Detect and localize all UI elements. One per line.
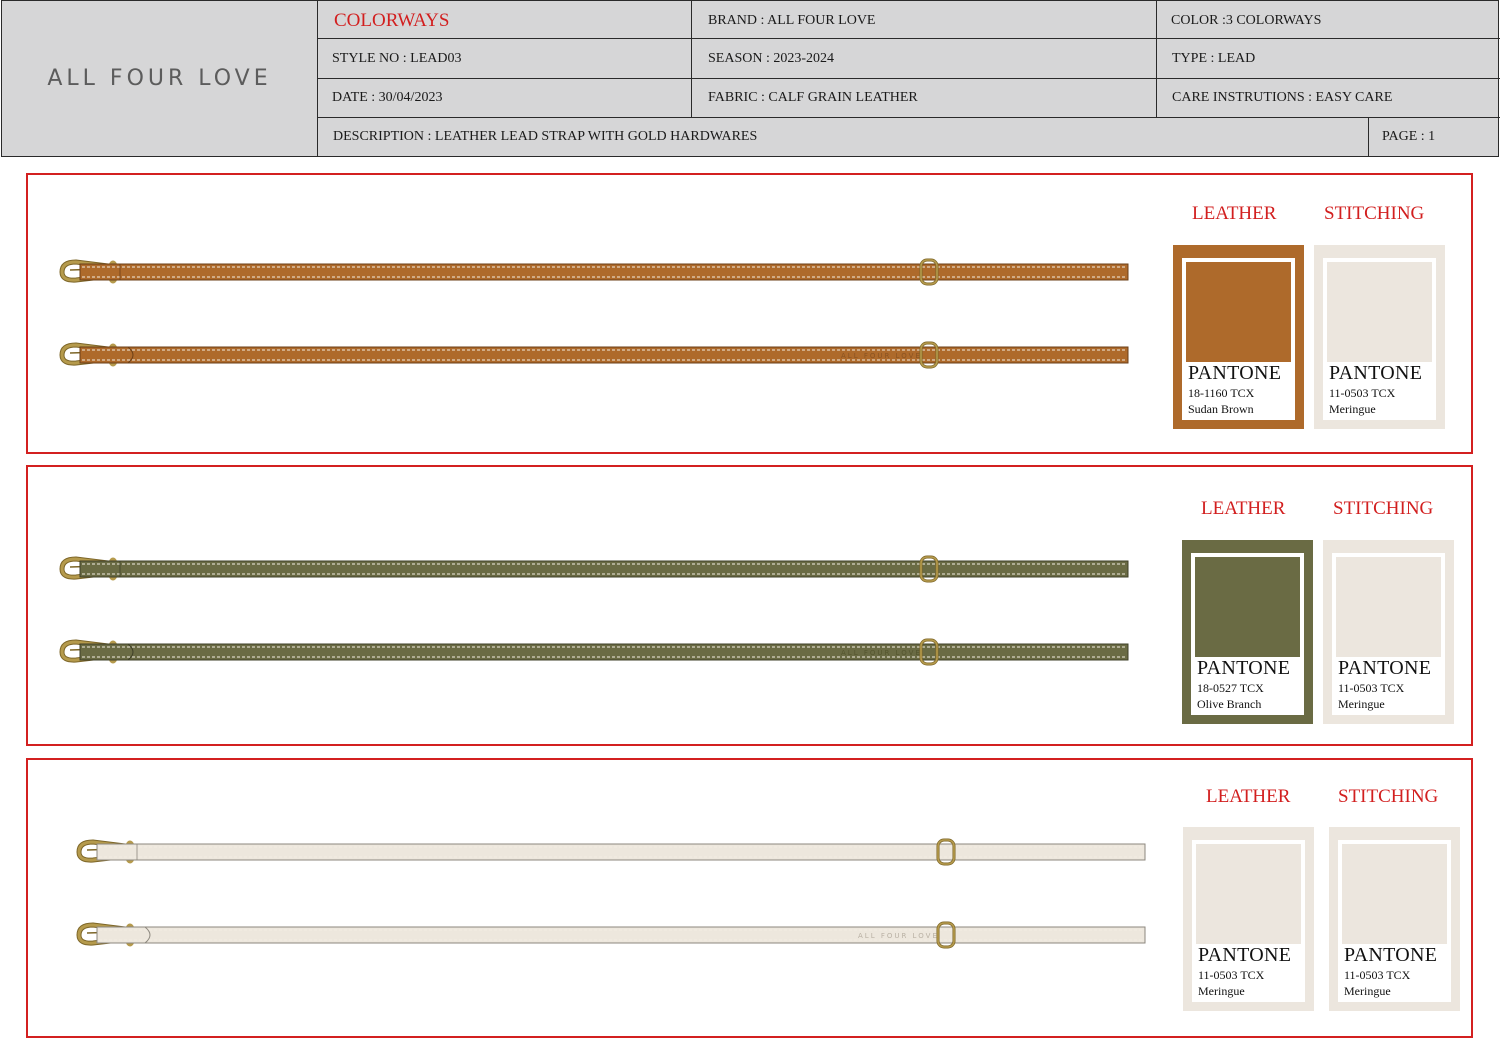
pantone-word: PANTONE: [1188, 362, 1282, 384]
strap-brand-stamp: ALL FOUR LOVE: [841, 649, 922, 657]
colorway-panel-2: ALL FOUR LOVE LEATHER STITCHING PANTONE …: [26, 465, 1473, 746]
pantone-word: PANTONE: [1329, 362, 1423, 384]
pantone-code: 11-0503 TCX: [1338, 681, 1405, 695]
leather-swatch: PANTONE 18-1160 TCX Sudan Brown: [1173, 245, 1304, 429]
leather-swatch: PANTONE 18-0527 TCX Olive Branch: [1182, 540, 1313, 724]
strap-drawings: ALL FOUR LOVE: [76, 838, 1146, 949]
leather-label: LEATHER: [1201, 498, 1286, 519]
pantone-code: 11-0503 TCX: [1198, 968, 1265, 982]
color-field: COLOR :3 COLORWAYS: [1171, 12, 1322, 28]
description-field: DESCRIPTION : LEATHER LEAD STRAP WITH GO…: [333, 129, 758, 144]
colorway-panel-1: ALL FOUR LOVE LEATHER STITCHING PANTONE …: [26, 173, 1473, 454]
strap-brand-stamp: ALL FOUR LOVE: [858, 932, 939, 940]
pantone-name: Meringue: [1329, 402, 1376, 416]
stitching-label: STITCHING: [1338, 786, 1439, 807]
fabric-field: FABRIC : CALF GRAIN LEATHER: [708, 90, 918, 105]
sheet-title: COLORWAYS: [334, 9, 450, 31]
strap-body: [79, 346, 1129, 364]
grid-line: [318, 38, 1500, 39]
care-field: CARE INSTRUTIONS : EASY CARE: [1172, 90, 1393, 105]
leather-swatch: PANTONE 11-0503 TCX Meringue: [1183, 827, 1314, 1011]
stitching-color-chip: [1336, 557, 1441, 657]
strap-drawings: ALL FOUR LOVE: [59, 555, 1129, 666]
pantone-word: PANTONE: [1338, 657, 1432, 679]
type-field: TYPE : LEAD: [1172, 50, 1256, 66]
pantone-name: Meringue: [1198, 984, 1245, 998]
pantone-name: Meringue: [1338, 697, 1385, 711]
pantone-code: 18-0527 TCX: [1197, 681, 1264, 695]
pantone-name: Olive Branch: [1197, 697, 1262, 711]
stitching-swatch: PANTONE 11-0503 TCX Meringue: [1329, 827, 1460, 1011]
spec-header: ALL FOUR LOVE COLORWAYS BRAND : ALL FOUR…: [1, 0, 1500, 157]
pantone-word: PANTONE: [1198, 944, 1292, 966]
strap-body: [96, 926, 1146, 944]
style-no-field: STYLE NO : LEAD03: [332, 50, 462, 66]
stitching-swatch: PANTONE 11-0503 TCX Meringue: [1323, 540, 1454, 724]
pantone-word: PANTONE: [1344, 944, 1438, 966]
pantone-code: 11-0503 TCX: [1329, 386, 1396, 400]
leather-label: LEATHER: [1192, 203, 1277, 224]
date-field: DATE : 30/04/2023: [332, 90, 443, 105]
pantone-word: PANTONE: [1197, 657, 1291, 679]
pantone-code: 18-1160 TCX: [1188, 386, 1255, 400]
stitching-label: STITCHING: [1324, 203, 1425, 224]
pantone-code: 11-0503 TCX: [1344, 968, 1411, 982]
strap-body: [79, 263, 1129, 281]
strap-drawings: ALL FOUR LOVE: [59, 258, 1129, 369]
leather-color-chip: [1195, 557, 1300, 657]
brand-logo: ALL FOUR LOVE: [47, 66, 272, 91]
colorway-panel-3: ALL FOUR LOVE LEATHER STITCHING PANTONE …: [26, 758, 1473, 1038]
leather-color-chip: [1196, 844, 1301, 944]
pantone-name: Meringue: [1344, 984, 1391, 998]
brand-field: BRAND : ALL FOUR LOVE: [708, 12, 876, 28]
stitching-color-chip: [1342, 844, 1447, 944]
logo-cell: ALL FOUR LOVE: [2, 1, 318, 156]
strap-body: [96, 843, 1146, 861]
pantone-name: Sudan Brown: [1188, 402, 1254, 416]
strap-brand-stamp: ALL FOUR LOVE: [841, 352, 922, 360]
strap-body: [79, 643, 1129, 661]
strap-body: [79, 560, 1129, 578]
stitching-swatch: PANTONE 11-0503 TCX Meringue: [1314, 245, 1445, 429]
stitching-color-chip: [1327, 262, 1432, 362]
leather-label: LEATHER: [1206, 786, 1291, 807]
page-number: PAGE : 1: [1382, 129, 1436, 144]
season-field: SEASON : 2023-2024: [708, 50, 835, 66]
stitching-label: STITCHING: [1333, 498, 1434, 519]
leather-color-chip: [1186, 262, 1291, 362]
